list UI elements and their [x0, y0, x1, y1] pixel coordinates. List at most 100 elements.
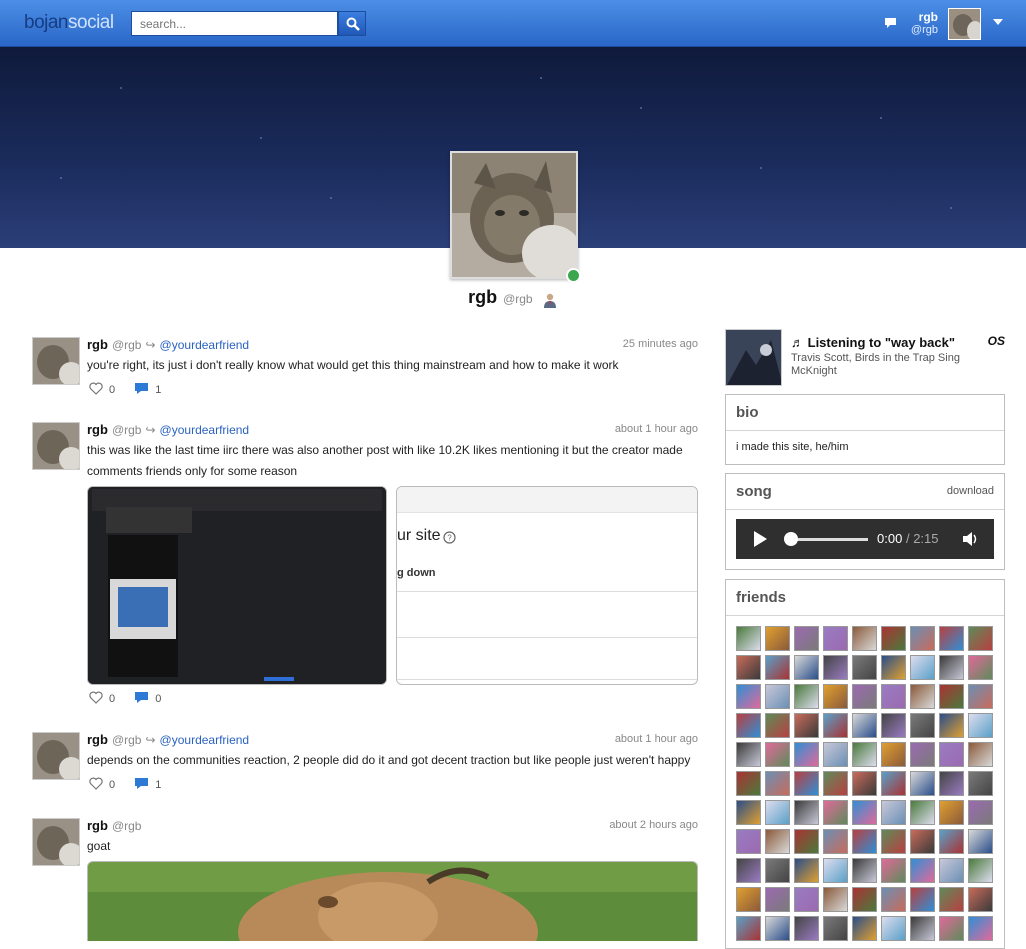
friend-avatar[interactable]: [881, 800, 906, 825]
friend-avatar[interactable]: [852, 742, 877, 767]
play-icon[interactable]: [754, 531, 767, 547]
friend-avatar[interactable]: [939, 684, 964, 709]
friend-avatar[interactable]: [823, 771, 848, 796]
friend-avatar[interactable]: [852, 684, 877, 709]
post-author-avatar[interactable]: [32, 422, 80, 470]
friend-avatar[interactable]: [968, 800, 993, 825]
friend-avatar[interactable]: [852, 887, 877, 912]
friend-avatar[interactable]: [823, 858, 848, 883]
friend-avatar[interactable]: [736, 887, 761, 912]
friend-avatar[interactable]: [794, 800, 819, 825]
friend-avatar[interactable]: [765, 684, 790, 709]
friend-avatar[interactable]: [823, 916, 848, 941]
friend-avatar[interactable]: [794, 742, 819, 767]
friend-avatar[interactable]: [736, 858, 761, 883]
friend-avatar[interactable]: [736, 829, 761, 854]
post-timestamp[interactable]: about 2 hours ago: [609, 819, 698, 831]
friend-avatar[interactable]: [736, 742, 761, 767]
post-author-avatar[interactable]: [32, 818, 80, 866]
friend-avatar[interactable]: [910, 771, 935, 796]
messages-icon[interactable]: [884, 16, 898, 30]
friend-avatar[interactable]: [881, 829, 906, 854]
friend-avatar[interactable]: [910, 916, 935, 941]
friend-avatar[interactable]: [968, 771, 993, 796]
friend-avatar[interactable]: [765, 655, 790, 680]
comment-button[interactable]: [134, 382, 149, 398]
reply-to-link[interactable]: @yourdearfriend: [160, 423, 250, 437]
friend-avatar[interactable]: [765, 742, 790, 767]
post-author-name[interactable]: rgb: [87, 422, 108, 437]
friend-avatar[interactable]: [736, 916, 761, 941]
friend-avatar[interactable]: [765, 829, 790, 854]
friend-avatar[interactable]: [852, 713, 877, 738]
friend-avatar[interactable]: [939, 655, 964, 680]
friend-avatar[interactable]: [794, 887, 819, 912]
friend-avatar[interactable]: [939, 742, 964, 767]
friend-avatar[interactable]: [823, 713, 848, 738]
friend-avatar[interactable]: [794, 858, 819, 883]
friend-avatar[interactable]: [736, 626, 761, 651]
friend-avatar[interactable]: [968, 626, 993, 651]
friend-avatar[interactable]: [910, 742, 935, 767]
current-user-avatar[interactable]: [948, 8, 981, 40]
friend-avatar[interactable]: [852, 916, 877, 941]
friend-avatar[interactable]: [881, 626, 906, 651]
friend-avatar[interactable]: [852, 800, 877, 825]
site-logo[interactable]: bojansocial: [24, 12, 114, 34]
post-author-avatar[interactable]: [32, 337, 80, 385]
search-input[interactable]: [131, 11, 338, 36]
volume-icon[interactable]: [961, 530, 979, 548]
friend-avatar[interactable]: [939, 887, 964, 912]
friend-avatar[interactable]: [968, 829, 993, 854]
friend-avatar[interactable]: [968, 916, 993, 941]
friend-avatar[interactable]: [852, 655, 877, 680]
post-image-attachment[interactable]: [87, 861, 698, 941]
friend-avatar[interactable]: [852, 626, 877, 651]
friend-avatar[interactable]: [765, 887, 790, 912]
post-timestamp[interactable]: 25 minutes ago: [623, 338, 698, 350]
friend-avatar[interactable]: [910, 800, 935, 825]
friend-avatar[interactable]: [765, 626, 790, 651]
friend-avatar[interactable]: [794, 771, 819, 796]
friend-avatar[interactable]: [765, 771, 790, 796]
friend-avatar[interactable]: [968, 684, 993, 709]
post-timestamp[interactable]: about 1 hour ago: [615, 733, 698, 745]
friend-avatar[interactable]: [881, 684, 906, 709]
friend-avatar[interactable]: [910, 684, 935, 709]
friend-avatar[interactable]: [939, 626, 964, 651]
friend-avatar[interactable]: [823, 800, 848, 825]
friend-avatar[interactable]: [823, 887, 848, 912]
comment-button[interactable]: [134, 691, 149, 707]
post-author-name[interactable]: rgb: [87, 337, 108, 352]
like-button[interactable]: [89, 382, 103, 398]
like-button[interactable]: [89, 691, 103, 707]
friend-avatar[interactable]: [968, 655, 993, 680]
friend-avatar[interactable]: [910, 626, 935, 651]
friend-avatar[interactable]: [765, 800, 790, 825]
friend-avatar[interactable]: [823, 626, 848, 651]
friend-avatar[interactable]: [881, 713, 906, 738]
friend-avatar[interactable]: [881, 771, 906, 796]
friend-avatar[interactable]: [794, 655, 819, 680]
friend-avatar[interactable]: [823, 742, 848, 767]
friend-avatar[interactable]: [823, 829, 848, 854]
like-button[interactable]: [89, 777, 103, 793]
user-menu-caret-icon[interactable]: [993, 19, 1003, 25]
friend-avatar[interactable]: [794, 626, 819, 651]
friend-avatar[interactable]: [823, 655, 848, 680]
album-art[interactable]: [725, 329, 782, 386]
seek-bar[interactable]: [790, 538, 868, 541]
friend-avatar[interactable]: [910, 887, 935, 912]
friend-avatar[interactable]: [852, 858, 877, 883]
friend-avatar[interactable]: [794, 916, 819, 941]
friend-avatar[interactable]: [736, 655, 761, 680]
current-user[interactable]: rgb @rgb: [900, 10, 938, 36]
friend-avatar[interactable]: [881, 858, 906, 883]
friend-avatar[interactable]: [881, 887, 906, 912]
lastfm-icon[interactable]: OS: [988, 334, 1005, 348]
reply-to-link[interactable]: @yourdearfriend: [160, 733, 250, 747]
friend-avatar[interactable]: [910, 829, 935, 854]
friend-avatar[interactable]: [765, 858, 790, 883]
post-author-avatar[interactable]: [32, 732, 80, 780]
download-link[interactable]: download: [947, 485, 994, 497]
